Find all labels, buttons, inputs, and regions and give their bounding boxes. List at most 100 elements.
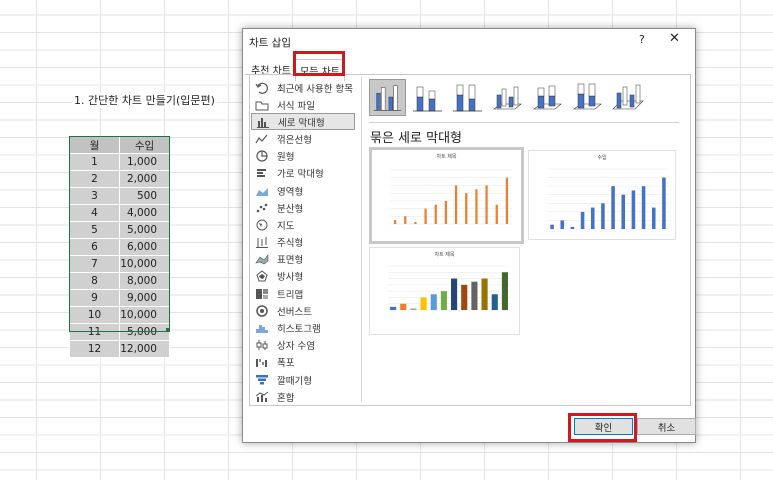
header-income[interactable]: 수입 [119, 136, 170, 154]
sidebar-item[interactable]: 선버스트 [251, 302, 355, 319]
month-cell[interactable]: 2 [69, 170, 120, 188]
sidebar-item-label: 주식형 [277, 238, 304, 250]
funnel-icon [256, 374, 268, 385]
sidebar-item[interactable]: 방사형 [251, 268, 355, 285]
income-cell[interactable]: 2,000 [119, 170, 170, 188]
month-cell[interactable]: 12 [69, 340, 120, 358]
sidebar-item-label: 깔때기형 [277, 375, 312, 387]
chart-bar [454, 185, 458, 224]
sidebar-item[interactable]: 표면형 [251, 251, 355, 268]
chart-bar [485, 185, 488, 224]
combo-chart-icon [255, 391, 269, 402]
sidebar-item[interactable]: 지도 [251, 216, 355, 233]
sidebar-item-label: 가로 막대형 [277, 169, 324, 181]
chart-bar [570, 226, 575, 229]
surface-chart-icon [255, 254, 269, 265]
income-cell[interactable]: 10,000 [119, 255, 170, 273]
sidebar-item-label: 원형 [277, 152, 295, 164]
sidebar-item[interactable]: 깔때기형 [251, 371, 355, 388]
month-cell[interactable]: 11 [69, 323, 120, 341]
chart-preview-orange[interactable]: 차트 제목 [369, 147, 524, 244]
fill-handle[interactable] [166, 328, 170, 332]
income-cell[interactable]: 6,000 [119, 238, 170, 256]
sidebar-item[interactable]: 최근에 사용한 항목 [251, 79, 355, 96]
income-cell[interactable]: 12,000 [119, 340, 170, 358]
chart-bar [495, 204, 498, 224]
chart-bar [491, 294, 498, 310]
chart-bar [444, 200, 448, 224]
percent-stacked-column-thumb[interactable] [449, 79, 486, 116]
month-cell[interactable]: 8 [69, 272, 120, 290]
table-row: 7 10,000 [69, 255, 170, 273]
stacked-column-thumb[interactable] [409, 79, 446, 116]
treemap-icon [256, 288, 268, 299]
income-cell[interactable]: 500 [119, 187, 170, 205]
table-row: 5 5,000 [69, 221, 170, 239]
clustered-column-thumb[interactable] [369, 79, 406, 116]
sidebar-item[interactable]: 혼합 [251, 388, 355, 405]
highlight-box-all-charts [293, 51, 345, 76]
chart-bar [451, 278, 458, 310]
sidebar-item[interactable]: 주식형 [251, 234, 355, 251]
month-cell[interactable]: 7 [69, 255, 120, 273]
chart-bar [560, 220, 565, 229]
income-cell[interactable]: 5,000 [119, 323, 170, 341]
sidebar-item[interactable]: 트리맵 [251, 285, 355, 302]
sidebar-item-label: 상자 수염 [277, 341, 315, 353]
chart-preview-blue[interactable]: 수입 [528, 150, 676, 240]
preview-orange-plot [390, 169, 512, 225]
month-cell[interactable]: 6 [69, 238, 120, 256]
month-cell[interactable]: 4 [69, 204, 120, 222]
sidebar-item-label: 선버스트 [277, 306, 312, 318]
scrollbar[interactable] [677, 77, 687, 402]
waterfall-icon [256, 359, 267, 368]
sidebar-item[interactable]: 영역형 [251, 182, 355, 199]
chart-bar [471, 281, 478, 310]
sidebar-item[interactable]: 히스토그램 [251, 319, 355, 336]
sidebar-item[interactable]: 상자 수염 [251, 337, 355, 354]
sidebar-item-label: 표면형 [277, 255, 304, 267]
chart-bar [611, 186, 615, 229]
data-table[interactable]: 월 수입 1 1,000 2 2,000 3 500 4 4,000 5 5,000 6 6,000 7… [69, 136, 170, 358]
table-row: 12 12,000 [69, 340, 170, 358]
month-cell[interactable]: 3 [69, 187, 120, 205]
chart-bar [580, 211, 585, 229]
table-row: 3 500 [69, 187, 170, 205]
income-cell[interactable]: 8,000 [119, 272, 170, 290]
month-cell[interactable]: 9 [69, 289, 120, 307]
chart-bar [400, 303, 407, 310]
close-button[interactable]: ✕ [669, 31, 680, 46]
chart-type-list: 최근에 사용한 항목 서식 파일 세로 막대형 꺾은선형원형가로 막대형 영역형분산형 지… [251, 79, 355, 405]
month-cell[interactable]: 10 [69, 306, 120, 324]
income-cell[interactable]: 5,000 [119, 221, 170, 239]
sidebar-item[interactable]: 분산형 [251, 199, 355, 216]
sidebar-item-label: 분산형 [277, 203, 304, 215]
chart-bar [410, 308, 417, 310]
income-cell[interactable]: 10,000 [119, 306, 170, 324]
sidebar-item[interactable]: 폭포 [251, 354, 355, 371]
3d-clustered-column-thumb[interactable] [489, 79, 526, 116]
table-header-row: 월 수입 [69, 136, 170, 154]
3d-stacked-column-thumb[interactable] [529, 79, 566, 116]
sidebar-item[interactable]: 서식 파일 [251, 96, 355, 113]
sidebar-item[interactable]: 세로 막대형 [251, 113, 355, 131]
income-cell[interactable]: 1,000 [119, 153, 170, 171]
sidebar-item[interactable]: 원형 [251, 148, 355, 165]
help-button[interactable]: ? [639, 33, 645, 46]
sidebar-divider [361, 77, 362, 402]
chart-bar [601, 203, 605, 229]
cancel-button[interactable]: 취소 [637, 418, 696, 435]
chart-bar [440, 291, 447, 310]
sidebar-item[interactable]: 꺾은선형 [251, 130, 355, 147]
income-cell[interactable]: 9,000 [119, 289, 170, 307]
3d-percent-stacked-column-thumb[interactable] [569, 79, 606, 116]
month-cell[interactable]: 5 [69, 221, 120, 239]
header-month[interactable]: 월 [69, 136, 120, 154]
3d-column-thumb[interactable] [609, 79, 646, 116]
chart-bar [475, 189, 478, 224]
month-cell[interactable]: 1 [69, 153, 120, 171]
chart-preview-multicolor[interactable]: 차트 제목 [369, 247, 520, 335]
sidebar-item[interactable]: 가로 막대형 [251, 165, 355, 182]
income-cell[interactable]: 4,000 [119, 204, 170, 222]
sidebar-item-label: 폭포 [277, 358, 295, 370]
